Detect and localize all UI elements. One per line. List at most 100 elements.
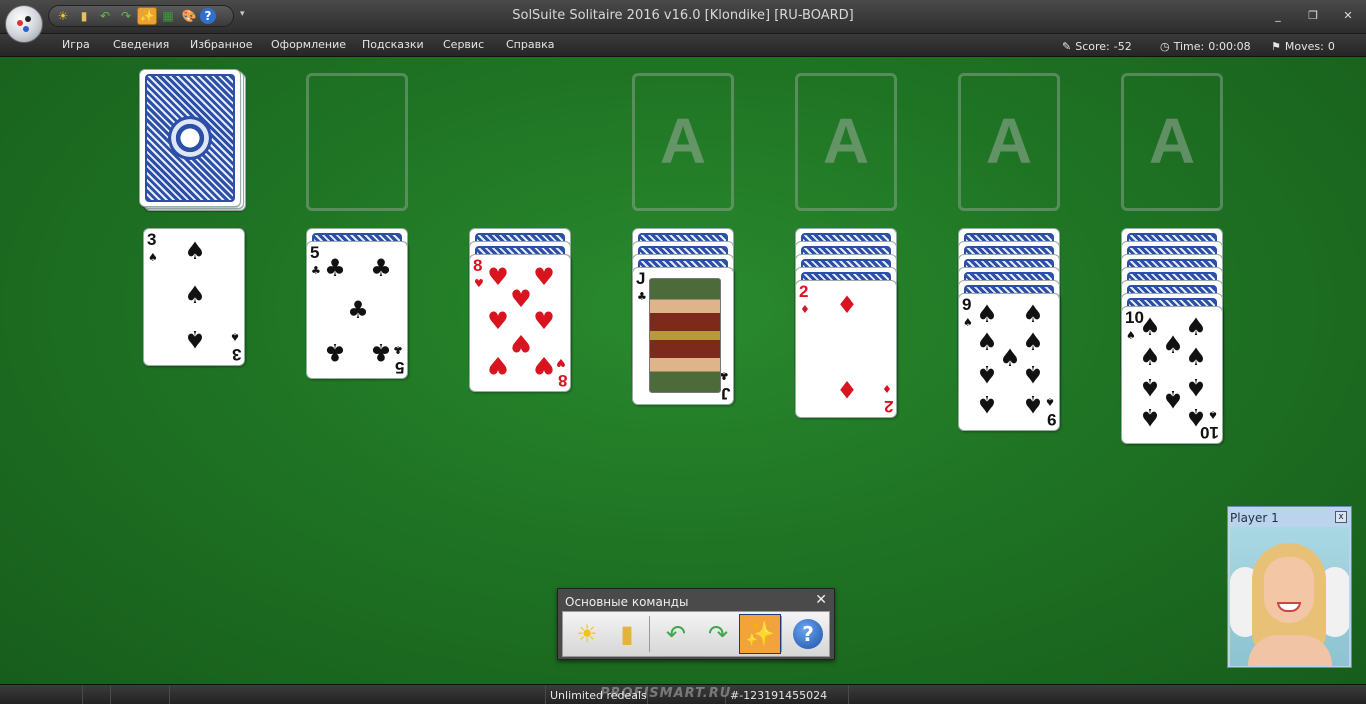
moves-icon: ⚑ (1271, 40, 1281, 53)
foundation-placeholder: A (822, 105, 870, 177)
card-pip-icon: ♣ (347, 296, 369, 324)
time-display: ◷ Time: 0:00:08 (1160, 40, 1251, 53)
menu-game[interactable]: Игра (62, 38, 90, 51)
card-pip-icon: ♠ (976, 328, 998, 356)
card-pip-icon: ♠ (1022, 360, 1044, 388)
card-8-red[interactable]: 8 ♥ 8 ♥ ♥ ♥ ♥ ♥ ♥ ♥ ♥ ♥ (469, 254, 571, 392)
card-pip-icon: ♠ (976, 390, 998, 418)
sun-icon: ☀ (576, 620, 598, 648)
card-J-black[interactable]: J ♣ J ♣ (632, 267, 734, 405)
card-suit-icon: ♦ (800, 303, 810, 316)
toolbar-separator (649, 616, 650, 652)
menu-help[interactable]: Справка (506, 38, 554, 51)
magic-wand-icon: ✨ (745, 620, 775, 648)
menu-appearance[interactable]: Оформление (271, 38, 346, 51)
card-pip-icon: ♠ (1022, 300, 1044, 328)
card-pip-icon: ♠ (1022, 328, 1044, 356)
jack-face-art (649, 278, 721, 393)
new-game-button[interactable]: ☀ (566, 614, 608, 654)
card-suit-icon: ♥ (474, 277, 484, 290)
card-pip-icon: ♦ (836, 375, 858, 403)
card-pip-icon: ♠ (184, 237, 206, 265)
card-pip-icon: ♠ (1139, 373, 1161, 401)
card-rank: 5 (310, 243, 320, 262)
card-pip-icon: ♠ (1022, 390, 1044, 418)
folder-icon: ▮ (620, 620, 634, 648)
card-rank: J (636, 269, 646, 288)
window-title: SolSuite Solitaire 2016 v16.0 [Klondike]… (512, 8, 854, 23)
card-rank: 3 (231, 345, 241, 364)
card-suit-icon: ♠ (1045, 395, 1055, 408)
card-pip-icon: ♠ (184, 325, 206, 353)
command-buttons: ☀ ▮ ↶ ↷ ✨? (562, 611, 830, 657)
card-pip-icon: ♠ (1139, 343, 1161, 371)
card-3-black[interactable]: 3 ♠ 3 ♠ ♠ ♠ ♠ (143, 228, 245, 366)
panel-title: Основные команды (565, 595, 689, 609)
main-commands-panel: Основные команды ✕ ☀ ▮ ↶ ↷ ✨? (557, 588, 835, 660)
card-pip-icon: ♠ (184, 281, 206, 309)
player-name: Player 1 (1230, 511, 1279, 525)
score-value: -52 (1113, 40, 1132, 53)
watermark-text: PROFISMART.RU (600, 686, 732, 701)
card-pip-icon: ♠ (976, 360, 998, 388)
card-suit-icon: ♠ (963, 316, 973, 329)
card-rank: 2 (883, 397, 893, 416)
card-pip-icon: ♠ (1185, 313, 1207, 341)
card-rank: 2 (799, 282, 809, 301)
card-5-black[interactable]: 5 ♣ 5 ♣ ♣ ♣ ♣ ♣ ♣ (306, 241, 408, 379)
close-window-button[interactable]: ✕ (1340, 9, 1356, 22)
foundation-placeholder: A (985, 105, 1033, 177)
score-display: ✎ Score: -52 (1062, 40, 1132, 53)
card-rank: 9 (962, 295, 972, 314)
card-pip-icon: ♣ (370, 338, 392, 366)
close-player-panel-button[interactable]: x (1335, 511, 1347, 523)
app-menu-orb-button[interactable] (5, 5, 43, 43)
card-pip-icon: ♠ (1139, 403, 1161, 431)
card-pip-icon: ♠ (1185, 343, 1207, 371)
card-10-black[interactable]: 10 ♠ 10 ♠ ♠ ♠ ♠ ♠ ♠ ♠ ♠ ♠ ♠ ♠ (1121, 306, 1223, 444)
menu-info[interactable]: Сведения (113, 38, 169, 51)
card-9-black[interactable]: 9 ♠ 9 ♠ ♠ ♠ ♠ ♠ ♠ ♠ ♠ ♠ ♠ (958, 293, 1060, 431)
card-pip-icon: ♥ (533, 307, 555, 335)
foundation-2[interactable]: A (795, 73, 897, 211)
card-pip-icon: ♠ (1185, 403, 1207, 431)
redo-button[interactable]: ↷ (697, 614, 739, 654)
card-pip-icon: ♥ (510, 329, 532, 357)
card-pip-icon: ♠ (1185, 373, 1207, 401)
stock-pile[interactable] (139, 69, 246, 211)
card-suit-icon: ♠ (148, 251, 158, 264)
help-icon: ? (793, 619, 823, 649)
card-pip-icon: ♦ (836, 291, 858, 319)
score-label: Score: (1075, 40, 1110, 53)
card-suit-icon: ♠ (1126, 329, 1136, 342)
hint-button[interactable]: ✨ (739, 614, 781, 654)
status-bar: Unlimited redeals #-123191455024 PROFISM… (0, 684, 1366, 704)
card-rank: 5 (394, 358, 404, 377)
card-pip-icon: ♣ (370, 254, 392, 282)
restore-button[interactable]: ❐ (1305, 9, 1321, 22)
time-label: Time: (1173, 40, 1205, 53)
menu-service[interactable]: Сервис (443, 38, 484, 51)
redo-arrow-icon: ↷ (707, 620, 729, 648)
card-pip-icon: ♣ (324, 338, 346, 366)
close-panel-button[interactable]: ✕ (815, 592, 827, 608)
help-button[interactable]: ? (787, 614, 829, 654)
foundation-3[interactable]: A (958, 73, 1060, 211)
title-bar: ☀ ▮ ↶ ↷ ✨ ▦ 🎨? ▾ SolSuite Solitaire 2016 v16.0… (0, 0, 1366, 34)
card-pip-icon: ♥ (533, 351, 555, 379)
minimize-button[interactable]: _ (1270, 9, 1286, 22)
card-suit-icon: ♥ (556, 356, 566, 369)
open-button[interactable]: ▮ (606, 614, 648, 654)
card-2-red[interactable]: 2 ♦ 2 ♦ ♦ ♦ (795, 280, 897, 418)
moves-label: Moves: (1284, 40, 1324, 53)
score-icon: ✎ (1062, 40, 1072, 53)
menu-bar: Игра Сведения Избранное Оформление Подск… (0, 34, 1366, 57)
card-rank: 8 (473, 256, 483, 275)
menu-hints[interactable]: Подсказки (362, 38, 424, 51)
waste-pile[interactable] (306, 73, 408, 211)
card-pip-icon: ♠ (1162, 331, 1184, 359)
foundation-4[interactable]: A (1121, 73, 1223, 211)
foundation-1[interactable]: A (632, 73, 734, 211)
menu-favorites[interactable]: Избранное (190, 38, 252, 51)
undo-button[interactable]: ↶ (655, 614, 697, 654)
